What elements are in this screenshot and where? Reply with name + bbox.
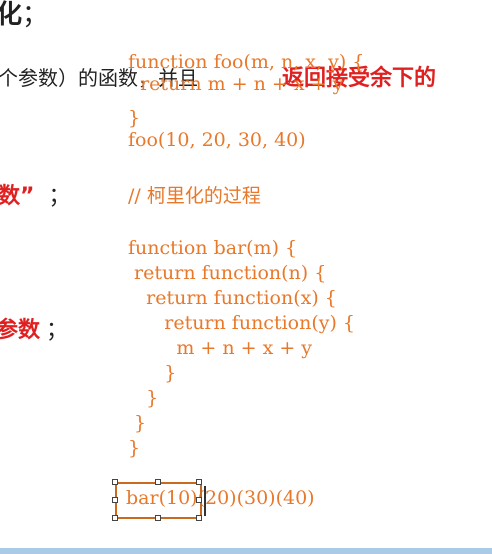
bottom-status-strip: [0, 548, 492, 554]
left-line-1-punct: ；: [22, 0, 49, 30]
code-comment: // 柯里化的过程: [128, 185, 261, 207]
code-foo-def-line-2: return m + n + x + y: [128, 73, 344, 95]
left-line-1-tail: 化: [0, 0, 23, 30]
code-bar-line: }: [128, 437, 141, 459]
code-foo-call: foo(10, 20, 30, 40): [128, 129, 306, 151]
left-line-4-red: 参数: [0, 318, 41, 343]
left-line-1: 化；: [0, 0, 48, 31]
resize-handle-s[interactable]: [155, 515, 161, 521]
slide-canvas: 化； 个参数）的函数，并且 返回接受余下的 数”； 参数； function f…: [0, 0, 492, 554]
resize-handle-ne[interactable]: [196, 479, 202, 485]
left-line-3-red: 数”: [0, 184, 35, 209]
resize-handle-e[interactable]: [196, 497, 202, 503]
code-bar-line: return function(n) {: [128, 262, 327, 284]
code-bar-line: return function(y) {: [128, 312, 356, 334]
code-bar-line: function bar(m) {: [128, 237, 298, 259]
text-caret: [204, 486, 206, 516]
code-bar-line: }: [128, 362, 177, 384]
selection-box[interactable]: [115, 482, 202, 519]
code-bar-line: return function(x) {: [128, 287, 337, 309]
left-line-3-punct: ；: [48, 184, 71, 209]
left-line-3: 数” ；: [0, 178, 70, 210]
code-bar-line: m + n + x + y: [128, 337, 313, 359]
resize-handle-se[interactable]: [196, 515, 202, 521]
left-line-4-punct: ；: [46, 318, 69, 343]
code-bar-line: }: [128, 412, 147, 434]
resize-handle-nw[interactable]: [112, 479, 118, 485]
resize-handle-n[interactable]: [155, 479, 161, 485]
resize-handle-w[interactable]: [112, 497, 118, 503]
code-bar-line: }: [128, 387, 159, 409]
left-line-4: 参数；: [0, 312, 68, 344]
resize-handle-sw[interactable]: [112, 515, 118, 521]
